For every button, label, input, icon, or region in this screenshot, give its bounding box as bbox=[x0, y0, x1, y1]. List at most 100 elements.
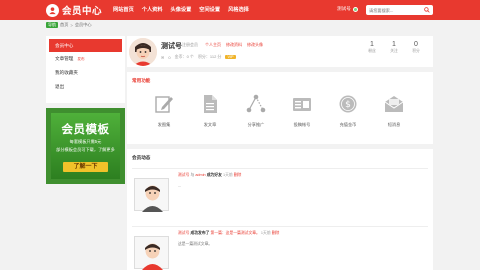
function-list: 发图集 发文章 分享推广 投稿帐号 $ 充值金币 短消息 bbox=[141, 94, 417, 128]
coin-icon: $ bbox=[339, 95, 357, 113]
sidebar-item-logout[interactable]: 退出 bbox=[46, 80, 125, 94]
member-activity-panel: 会员动态 测试号 与 admin 成为好友 1天前 删除 ... 测试号 成功发… bbox=[127, 149, 433, 270]
sidebar-item-label: 我的收藏夹 bbox=[55, 70, 78, 75]
message-count: 0 bbox=[168, 54, 171, 60]
avatar[interactable] bbox=[129, 38, 157, 66]
sidebar-item-label: 会员中心 bbox=[55, 43, 74, 48]
activity-line: 测试号 与 admin 成为好友 1天前 删除 bbox=[178, 173, 241, 178]
activity-user[interactable]: 测试号 bbox=[178, 173, 189, 177]
section-title: 常用功能 bbox=[132, 78, 151, 83]
function-label: 发图集 bbox=[157, 122, 171, 127]
stat-points[interactable]: 0 积分 bbox=[405, 41, 427, 54]
vip-badge: VIP bbox=[225, 55, 236, 59]
stat-number: 1 bbox=[370, 41, 374, 48]
sidebar-item-favorites[interactable]: 我的收藏夹 bbox=[46, 66, 125, 80]
sidebar-item-member-center[interactable]: 会员中心 bbox=[49, 39, 122, 52]
online-status-icon bbox=[352, 6, 358, 12]
document-icon bbox=[204, 95, 217, 113]
ad-title: 会员模板 bbox=[61, 124, 110, 136]
stat-number: 1 bbox=[392, 41, 396, 48]
function-label: 发文章 bbox=[203, 122, 217, 127]
top-header: 会员中心 网站首页 个人资料 头像设置 空间设置 风格选择 测试号 bbox=[0, 0, 480, 20]
message-icon: ✉ bbox=[161, 54, 165, 60]
nav-style[interactable]: 风格选择 bbox=[228, 0, 249, 20]
sidebar-item-articles[interactable]: 文章管理 发布 bbox=[46, 52, 125, 66]
common-functions-panel: 常用功能 发图集 发文章 分享推广 投稿帐号 $ 充值金币 短消息 bbox=[127, 72, 433, 144]
logo[interactable]: 会员中心 bbox=[46, 3, 102, 17]
stat-label: 积分 bbox=[412, 49, 420, 53]
activity-avatar[interactable] bbox=[134, 236, 169, 270]
nav-avatar[interactable]: 头像设置 bbox=[171, 0, 192, 20]
main-nav: 网站首页 个人资料 头像设置 空间设置 风格选择 bbox=[113, 0, 257, 20]
ad-button[interactable]: 了解一下 bbox=[63, 162, 108, 172]
stat-label: 关注 bbox=[390, 49, 398, 53]
activity-action: 成功发布了 bbox=[190, 231, 210, 235]
stat-number: 0 bbox=[414, 41, 418, 48]
user-name[interactable]: 测试号 bbox=[337, 6, 351, 12]
sidebar-item-label: 退出 bbox=[55, 84, 65, 89]
function-post-gallery[interactable]: 发图集 bbox=[141, 94, 187, 128]
activity-link[interactable]: 第一篇：这是一篇测试文章。 bbox=[211, 231, 260, 235]
activity-time: 1天前 bbox=[260, 231, 271, 235]
profile-stats: 1 粉丝 1 关注 0 积分 bbox=[361, 41, 427, 54]
home-link[interactable]: 个人主页 bbox=[205, 42, 221, 48]
profile-name: 测试号 bbox=[161, 43, 182, 50]
breadcrumb-separator: > bbox=[70, 22, 73, 28]
function-label: 投稿帐号 bbox=[293, 122, 311, 127]
activity-avatar[interactable] bbox=[134, 178, 169, 212]
activity-time: 1天前 bbox=[222, 173, 233, 177]
edit-avatar-link[interactable]: 修改头像 bbox=[247, 42, 263, 48]
stat-follows[interactable]: 1 关注 bbox=[383, 41, 405, 54]
sidebar-item-label: 文章管理 bbox=[55, 56, 74, 61]
function-recharge-coins[interactable]: $ 充值金币 bbox=[325, 94, 371, 128]
envelope-icon bbox=[384, 96, 404, 112]
nav-space[interactable]: 空间设置 bbox=[199, 0, 220, 20]
function-label: 分享推广 bbox=[247, 122, 265, 127]
breadcrumb: 导航 首页 > 会员中心 bbox=[46, 22, 92, 28]
breadcrumb-home[interactable]: 首页 bbox=[60, 22, 68, 28]
breadcrumb-badge: 导航 bbox=[46, 22, 58, 28]
delete-link[interactable]: 删除 bbox=[234, 173, 242, 177]
edit-icon bbox=[155, 96, 173, 113]
user-menu[interactable]: 测试号 bbox=[337, 6, 358, 12]
nav-home[interactable]: 网站首页 bbox=[113, 0, 134, 20]
sidebar: 会员中心 文章管理 发布 我的收藏夹 退出 bbox=[46, 36, 125, 103]
ad-banner[interactable]: 会员模板 每套模板只需5元 部分模板会员可下载，了解更多 了解一下 bbox=[46, 108, 125, 184]
function-label: 短消息 bbox=[387, 122, 401, 127]
activity-verb: 与 bbox=[190, 173, 195, 177]
activity-action: 成为好友 bbox=[206, 173, 222, 177]
breadcrumb-current[interactable]: 会员中心 bbox=[75, 22, 92, 28]
profile-meta: ✉ 0 金币：0 个 积分：112 分 VIP bbox=[161, 54, 236, 60]
function-label: 充值金币 bbox=[339, 122, 357, 127]
function-messages[interactable]: 短消息 bbox=[371, 94, 417, 128]
function-post-article[interactable]: 发文章 bbox=[187, 94, 233, 128]
activity-item: 测试号 成功发布了 第一篇：这是一篇测试文章。 1天前 删除 这是一篇测试文章。 bbox=[132, 226, 428, 270]
points-count: 积分：112 分 bbox=[197, 54, 222, 59]
activity-item: 测试号 与 admin 成为好友 1天前 删除 ... bbox=[132, 168, 428, 220]
activity-target[interactable]: admin bbox=[195, 173, 205, 177]
stat-fans[interactable]: 1 粉丝 bbox=[361, 41, 383, 54]
section-title: 会员动态 bbox=[132, 155, 151, 160]
search-icon[interactable] bbox=[424, 7, 430, 13]
id-card-icon bbox=[293, 98, 311, 111]
nav-profile[interactable]: 个人资料 bbox=[142, 0, 163, 20]
profile-links: 个人主页 修改资料 修改头像 bbox=[205, 42, 263, 48]
activity-body: ... bbox=[178, 184, 182, 188]
search-box bbox=[366, 5, 433, 15]
activity-body: 这是一篇测试文章。 bbox=[178, 242, 213, 246]
profile-card: 测试号 注册会员 个人主页 修改资料 修改头像 ✉ 0 金币：0 个 积分：11… bbox=[127, 36, 433, 67]
function-contribute-account[interactable]: 投稿帐号 bbox=[279, 94, 325, 128]
publish-tag[interactable]: 发布 bbox=[77, 57, 84, 61]
ad-line-1: 每套模板只需5元 bbox=[69, 139, 102, 144]
stat-label: 粉丝 bbox=[368, 49, 376, 53]
activity-user[interactable]: 测试号 bbox=[178, 231, 189, 235]
share-icon bbox=[246, 94, 266, 113]
edit-profile-link[interactable]: 修改资料 bbox=[226, 42, 242, 48]
profile-role: 注册会员 bbox=[182, 42, 198, 47]
search-input[interactable] bbox=[366, 5, 422, 15]
function-share[interactable]: 分享推广 bbox=[233, 94, 279, 128]
delete-link[interactable]: 删除 bbox=[272, 231, 280, 235]
coin-count: 金币：0 个 bbox=[174, 54, 194, 59]
svg-text:$: $ bbox=[345, 100, 351, 110]
logo-text: 会员中心 bbox=[62, 6, 103, 17]
